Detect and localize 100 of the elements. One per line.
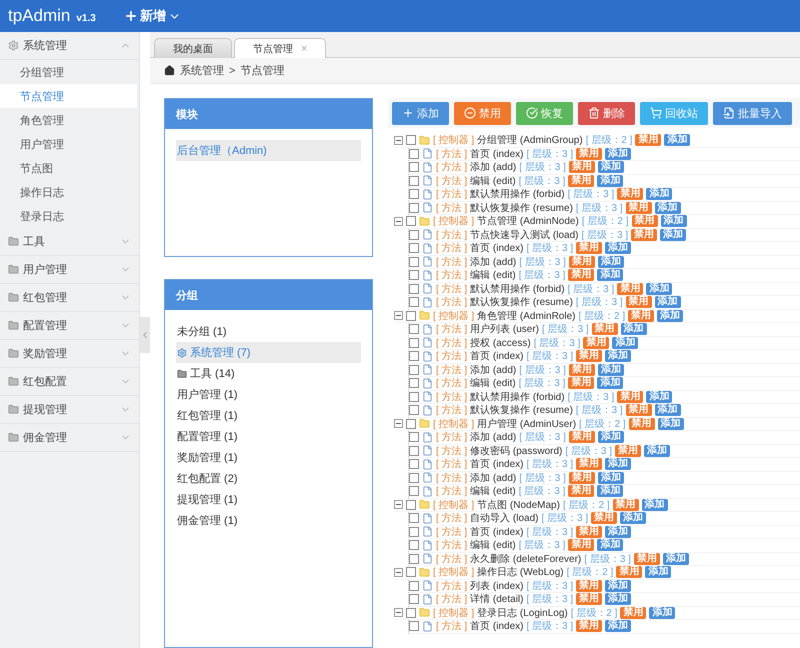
add-button[interactable]: 添加 — [605, 458, 632, 470]
checkbox[interactable] — [406, 500, 416, 510]
checkbox[interactable] — [409, 446, 419, 456]
new-menu-button[interactable]: 新增 — [124, 7, 181, 25]
add-button[interactable]: 添加 — [657, 310, 684, 322]
checkbox[interactable] — [409, 432, 419, 442]
forbid-button[interactable]: 禁用 — [626, 404, 652, 416]
forbid-button[interactable]: 禁用 — [568, 256, 595, 268]
add-button[interactable]: 添加 — [660, 228, 686, 241]
sidebar-menu[interactable]: 用户管理 — [0, 256, 139, 284]
add-button[interactable]: 添加 — [605, 242, 632, 254]
sidebar-item[interactable]: 用户管理 — [0, 132, 137, 156]
checkbox[interactable] — [409, 472, 419, 483]
checkbox[interactable] — [409, 270, 419, 280]
forbid-button[interactable]: 禁用 — [617, 282, 644, 295]
add-button[interactable]: 添加 — [642, 498, 668, 511]
sidebar-item[interactable]: 节点管理 — [0, 84, 137, 108]
add-button[interactable]: 添加 — [662, 552, 689, 565]
collapse-handle[interactable] — [140, 317, 150, 353]
add-button[interactable]: 添加 — [598, 472, 624, 484]
checkbox[interactable] — [409, 297, 419, 308]
add-button[interactable]: 添加 — [646, 390, 672, 403]
checkbox[interactable] — [409, 513, 419, 524]
add-button[interactable]: 添加 — [605, 593, 632, 606]
forbid-button[interactable]: 禁用 — [576, 526, 602, 538]
forbid-button[interactable]: 禁用 — [576, 580, 602, 592]
group-item[interactable]: 红包配置 (2) — [176, 468, 361, 490]
sidebar-item[interactable]: 分组管理 — [0, 60, 137, 84]
checkbox[interactable] — [409, 459, 419, 470]
add-button[interactable]: 添加 — [597, 485, 624, 498]
checkbox[interactable] — [409, 486, 419, 496]
forbid-button[interactable]: 禁用 — [576, 242, 602, 254]
add-button[interactable]: 添加 — [654, 404, 681, 416]
forbid-button[interactable]: 禁用 — [634, 552, 660, 565]
add-button[interactable]: 添加 — [644, 444, 670, 457]
add-button[interactable]: 添加 — [605, 620, 632, 632]
forbid-button[interactable]: 禁用 — [626, 296, 652, 308]
forbid-button[interactable]: 禁用 — [568, 485, 594, 498]
add-button[interactable]: 添加 — [597, 269, 624, 282]
sidebar-menu[interactable]: 红包管理 — [0, 284, 139, 312]
forbid-button[interactable]: 禁用 — [583, 336, 610, 349]
sidebar-menu[interactable]: 提现管理 — [0, 396, 139, 424]
checkbox[interactable] — [409, 162, 419, 172]
add-button[interactable]: 添加 — [620, 512, 646, 524]
checkbox[interactable] — [409, 594, 419, 604]
checkbox[interactable] — [409, 351, 419, 362]
add-button[interactable]: 添加 — [658, 418, 684, 430]
collapse-toggle[interactable] — [394, 136, 403, 145]
forbid-button[interactable]: 禁用 — [576, 620, 602, 632]
add-button[interactable]: 添加 — [605, 580, 632, 592]
forbid-button[interactable]: 禁用 — [576, 458, 602, 470]
forbid-button[interactable]: 禁用 — [631, 228, 658, 241]
checkbox[interactable] — [409, 230, 419, 240]
toolbar-button[interactable]: 恢复 — [516, 102, 573, 124]
sidebar-menu[interactable]: 工具 — [0, 228, 139, 256]
collapse-toggle[interactable] — [394, 500, 403, 510]
add-button[interactable]: 添加 — [646, 282, 672, 295]
tab[interactable]: 节点管理 × — [234, 38, 326, 58]
checkbox[interactable] — [409, 621, 419, 632]
add-button[interactable]: 添加 — [620, 323, 647, 336]
toolbar-button[interactable]: 删除 — [578, 102, 635, 124]
forbid-button[interactable]: 禁用 — [568, 161, 595, 174]
sidebar-item[interactable]: 角色管理 — [0, 108, 137, 132]
forbid-button[interactable]: 禁用 — [632, 215, 658, 228]
toolbar-button[interactable]: 添加 — [392, 102, 449, 124]
sidebar-menu[interactable]: 系统管理 — [0, 32, 139, 60]
add-button[interactable]: 添加 — [597, 539, 624, 552]
forbid-button[interactable]: 禁用 — [576, 350, 602, 362]
forbid-button[interactable]: 禁用 — [568, 472, 595, 484]
collapse-toggle[interactable] — [394, 419, 403, 428]
forbid-button[interactable]: 禁用 — [568, 539, 594, 552]
checkbox[interactable] — [406, 418, 416, 429]
checkbox[interactable] — [409, 243, 419, 254]
forbid-button[interactable]: 禁用 — [628, 418, 655, 430]
add-button[interactable]: 添加 — [664, 134, 690, 146]
add-button[interactable]: 添加 — [605, 148, 632, 160]
add-button[interactable]: 添加 — [649, 606, 676, 619]
forbid-button[interactable]: 禁用 — [626, 202, 652, 214]
add-button[interactable]: 添加 — [597, 174, 624, 187]
toolbar-button[interactable]: 批量导入 — [713, 102, 792, 124]
add-button[interactable]: 添加 — [654, 202, 681, 214]
add-button[interactable]: 添加 — [660, 215, 687, 228]
checkbox[interactable] — [409, 148, 419, 159]
collapse-toggle[interactable] — [394, 216, 403, 226]
checkbox[interactable] — [409, 338, 419, 348]
group-item[interactable]: 佣金管理 (1) — [176, 510, 361, 532]
add-button[interactable]: 添加 — [645, 566, 672, 578]
sidebar-menu[interactable]: 奖励管理 — [0, 340, 139, 368]
collapse-toggle[interactable] — [394, 311, 403, 320]
checkbox[interactable] — [409, 324, 419, 334]
add-button[interactable]: 添加 — [605, 350, 632, 362]
toolbar-button[interactable]: 回收站 — [640, 102, 708, 124]
checkbox[interactable] — [409, 364, 419, 375]
checkbox[interactable] — [409, 176, 419, 186]
group-item[interactable]: 奖励管理 (1) — [176, 447, 361, 468]
checkbox[interactable] — [409, 202, 419, 213]
group-item[interactable]: 配置管理 (1) — [176, 426, 361, 448]
forbid-button[interactable]: 禁用 — [568, 269, 594, 282]
forbid-button[interactable]: 禁用 — [568, 174, 594, 187]
close-icon[interactable]: × — [301, 42, 308, 54]
